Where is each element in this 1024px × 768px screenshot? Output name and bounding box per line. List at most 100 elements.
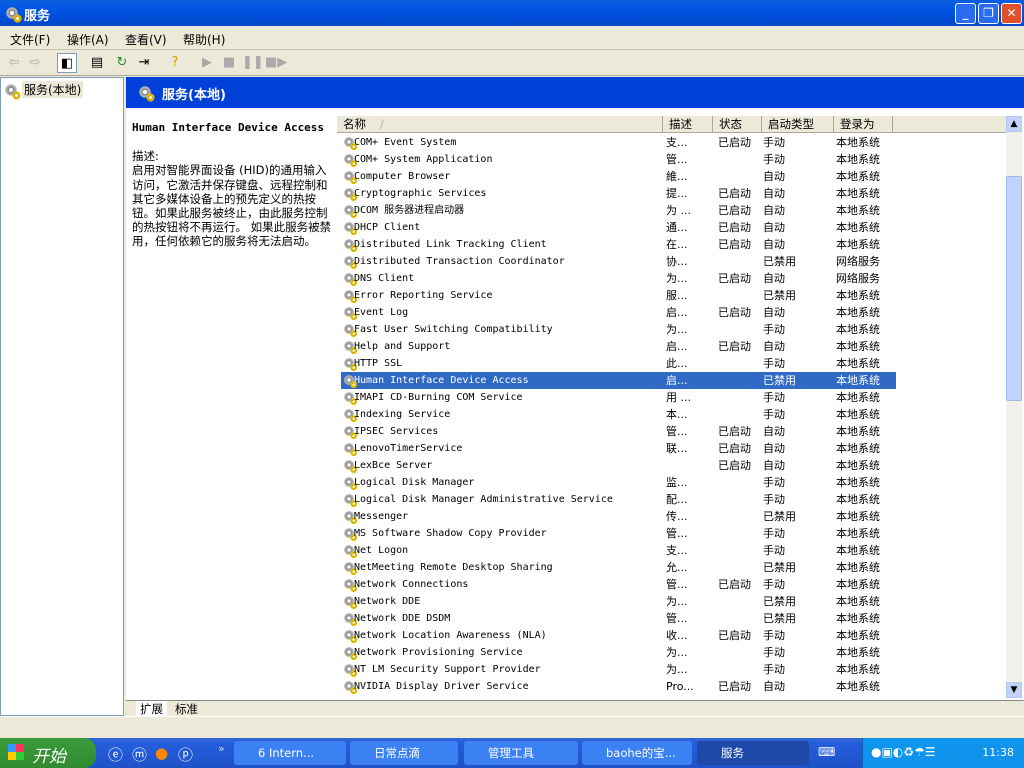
service-status: 已启动 xyxy=(718,442,751,455)
menu-help[interactable]: 帮助(H) xyxy=(183,31,225,48)
service-description: 配... xyxy=(666,493,688,506)
service-startup-type: 手动 xyxy=(763,323,785,336)
keyboard-icon[interactable]: ⌨ xyxy=(818,745,835,759)
service-name: Distributed Link Tracking Client xyxy=(354,239,547,250)
service-row[interactable]: IPSEC Services 管... 已启动 自动 本地系统 xyxy=(341,423,896,440)
service-row[interactable]: DNS Client 为... 已启动 自动 网络服务 xyxy=(341,270,896,287)
column-header-logon-as[interactable]: 登录为 xyxy=(834,116,893,133)
tab-extended[interactable]: 扩展 xyxy=(136,701,167,717)
properties-icon[interactable]: ▤ xyxy=(87,53,107,73)
messenger-quicklaunch-icon[interactable]: ⓜ xyxy=(132,744,147,765)
back-icon[interactable]: ⇦ xyxy=(4,53,24,73)
service-row[interactable]: LexBce Server 已启动 自动 本地系统 xyxy=(341,457,896,474)
service-row[interactable]: MS Software Shadow Copy Provider 管... 手动 本地… xyxy=(341,525,896,542)
menu-file[interactable]: 文件(F) xyxy=(10,31,50,48)
service-row[interactable]: Fast User Switching Compatibility 为... 手动 本… xyxy=(341,321,896,338)
forward-icon[interactable]: ⇨ xyxy=(25,53,45,73)
service-row[interactable]: DCOM 服务器进程启动器 为 ... 已启动 自动 本地系统 xyxy=(341,202,896,219)
service-row[interactable]: HTTP SSL 此... 手动 本地系统 xyxy=(341,355,896,372)
column-header-startup-type[interactable]: 启动类型 xyxy=(762,116,834,133)
quicklaunch-more[interactable]: » xyxy=(218,742,225,755)
service-row[interactable]: Net Logon 支... 手动 本地系统 xyxy=(341,542,896,559)
service-row[interactable]: Network Provisioning Service 为... 手动 本地系统 xyxy=(341,644,896,661)
task-word-document[interactable]: baohe的宝... xyxy=(582,741,692,765)
service-row[interactable]: Network Connections 管... 已启动 手动 本地系统 xyxy=(341,576,896,593)
scroll-up-icon[interactable]: ▲ xyxy=(1006,116,1022,132)
service-row[interactable]: Event Log 启... 已启动 自动 本地系统 xyxy=(341,304,896,321)
service-description: 支... xyxy=(666,544,688,557)
tray-icons[interactable]: ●▣◐♻☂☰ xyxy=(871,745,936,759)
task-folder-daily[interactable]: 日常点滴 xyxy=(350,741,458,765)
title-bar[interactable]: 服务 _ ❐ ✕ xyxy=(0,0,1024,26)
service-row[interactable]: Distributed Transaction Coordinator 协... 已… xyxy=(341,253,896,270)
service-row[interactable]: COM+ System Application 管... 手动 本地系统 xyxy=(341,151,896,168)
service-description: 为... xyxy=(666,272,688,285)
service-row[interactable]: Network Location Awareness (NLA) 收... 已启动手… xyxy=(341,627,896,644)
start-button[interactable]: 开始 xyxy=(0,738,96,768)
tab-standard[interactable]: 标准 xyxy=(171,701,202,717)
minimize-button[interactable]: _ xyxy=(955,3,976,24)
service-logon-as: 本地系统 xyxy=(836,425,880,438)
app-quicklaunch-icon[interactable]: ⓟ xyxy=(178,744,193,765)
service-row[interactable]: Cryptographic Services 提... 已启动 自动 本地系统 xyxy=(341,185,896,202)
service-row[interactable]: Indexing Service 本... 手动 本地系统 xyxy=(341,406,896,423)
service-startup-type: 已禁用 xyxy=(763,595,796,608)
refresh-icon[interactable]: ↻ xyxy=(112,53,132,73)
ie-quicklaunch-icon[interactable]: ⓔ xyxy=(108,744,123,765)
service-logon-as: 网络服务 xyxy=(836,255,880,268)
stop-service-icon[interactable]: ■ xyxy=(219,53,239,73)
service-description: 用 ... xyxy=(666,391,691,404)
service-row[interactable]: Computer Browser 維... 自动 本地系统 xyxy=(341,168,896,185)
service-startup-type: 自动 xyxy=(763,680,785,693)
show-hide-tree-icon[interactable]: ◧ xyxy=(57,53,77,73)
task-services[interactable]: 服务 xyxy=(697,741,809,765)
service-row[interactable]: NVIDIA Display Driver Service Pro... 已启动 自动… xyxy=(341,678,896,695)
vertical-scrollbar[interactable]: ▲ ▼ xyxy=(1006,116,1022,698)
restore-button[interactable]: ❐ xyxy=(978,3,999,24)
service-row[interactable]: Logical Disk Manager Administrative Serv… xyxy=(341,491,896,508)
service-row[interactable]: Distributed Link Tracking Client 在... 已启动自… xyxy=(341,236,896,253)
service-startup-type: 自动 xyxy=(763,221,785,234)
menu-view[interactable]: 查看(V) xyxy=(125,31,167,48)
service-row[interactable]: NetMeeting Remote Desktop Sharing 允... 已禁用… xyxy=(341,559,896,576)
service-name: LexBce Server xyxy=(354,460,433,471)
service-row[interactable]: COM+ Event System 支... 已启动 手动 本地系统 xyxy=(341,134,896,151)
task-internet-explorer[interactable]: 6 Intern... xyxy=(234,741,346,765)
service-row[interactable]: Error Reporting Service 服... 已禁用 本地系统 xyxy=(341,287,896,304)
service-row[interactable]: Messenger 传... 已禁用 本地系统 xyxy=(341,508,896,525)
service-description: 允... xyxy=(666,561,688,574)
scroll-down-icon[interactable]: ▼ xyxy=(1006,682,1022,698)
service-row[interactable]: Network DDE DSDM 管... 已禁用 本地系统 xyxy=(341,610,896,627)
service-row[interactable]: DHCP Client 通... 已启动 自动 本地系统 xyxy=(341,219,896,236)
service-name: MS Software Shadow Copy Provider xyxy=(354,528,547,539)
service-startup-type: 手动 xyxy=(763,629,785,642)
service-name: Fast User Switching Compatibility xyxy=(354,324,553,335)
help-icon[interactable]: ? xyxy=(165,53,185,73)
service-status: 已启动 xyxy=(718,272,751,285)
firefox-quicklaunch-icon[interactable]: ● xyxy=(155,744,168,762)
service-row[interactable]: NT LM Security Support Provider 为... 手动 本地系… xyxy=(341,661,896,678)
close-button[interactable]: ✕ xyxy=(1001,3,1022,24)
tree-item-services-local[interactable]: 服务(本地) xyxy=(4,81,84,100)
service-row[interactable]: Help and Support 启... 已启动 自动 本地系统 xyxy=(341,338,896,355)
pause-service-icon[interactable]: ❚❚ xyxy=(242,53,264,73)
service-row[interactable]: Human Interface Device Access 启... 已禁用 本地系统 xyxy=(341,372,896,389)
column-header-status[interactable]: 状态 xyxy=(713,116,762,133)
scroll-thumb[interactable] xyxy=(1006,176,1022,401)
service-description: 管... xyxy=(666,527,688,540)
export-list-icon[interactable]: ⇥ xyxy=(134,53,154,73)
services-list[interactable]: 名称 / 描述 状态 启动类型 登录为 COM+ Event System 支...… xyxy=(337,116,1022,700)
restart-service-icon[interactable]: ■▶ xyxy=(265,53,287,73)
service-row[interactable]: Logical Disk Manager 监... 手动 本地系统 xyxy=(341,474,896,491)
column-header-name[interactable]: 名称 / xyxy=(337,116,663,133)
service-startup-type: 已禁用 xyxy=(763,612,796,625)
service-row[interactable]: Network DDE 为... 已禁用 本地系统 xyxy=(341,593,896,610)
service-row[interactable]: LenovoTimerService 联... 已启动 自动 本地系统 xyxy=(341,440,896,457)
task-admin-tools[interactable]: 管理工具 xyxy=(464,741,578,765)
column-header-description[interactable]: 描述 xyxy=(663,116,713,133)
service-row[interactable]: IMAPI CD-Burning COM Service 用 ... 手动 本地系统 xyxy=(341,389,896,406)
service-logon-as: 本地系统 xyxy=(836,408,880,421)
menu-action[interactable]: 操作(A) xyxy=(67,31,109,48)
start-service-icon[interactable]: ▶ xyxy=(197,53,217,73)
service-startup-type: 手动 xyxy=(763,357,785,370)
